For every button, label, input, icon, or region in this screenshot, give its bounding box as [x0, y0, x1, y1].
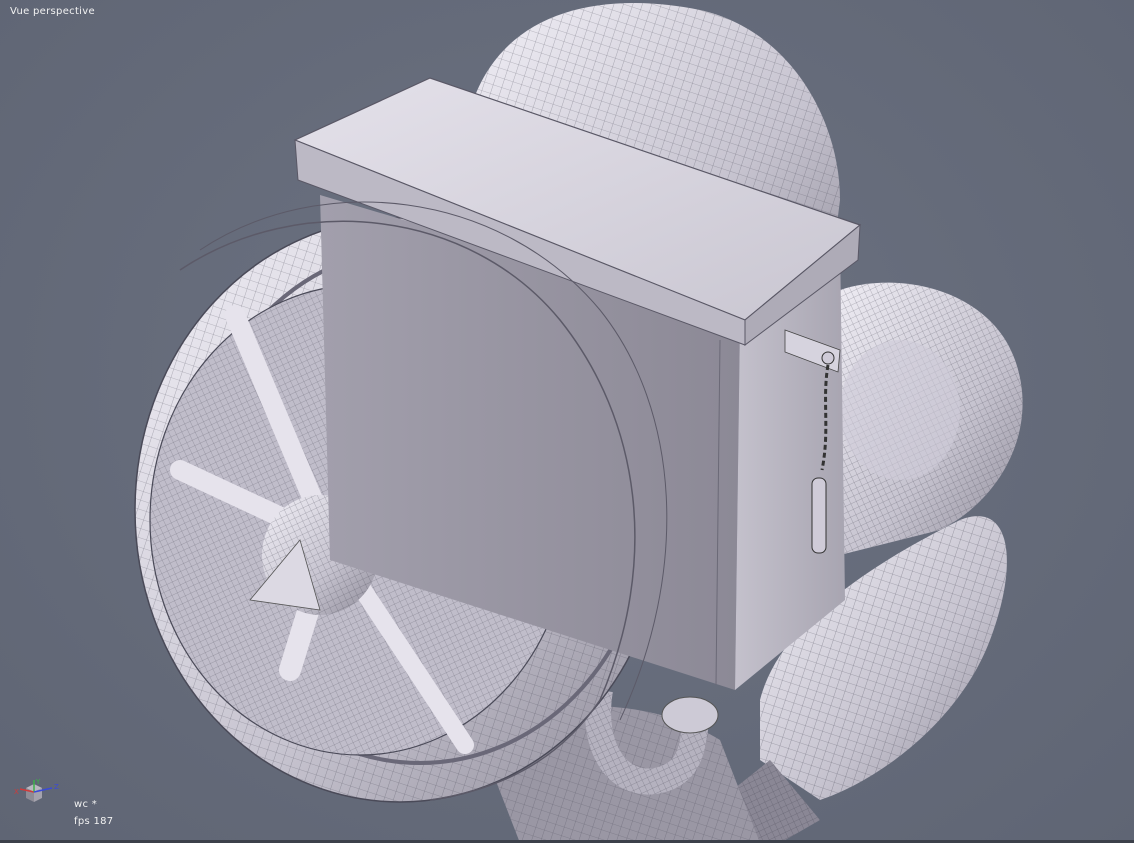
right-bowl — [820, 282, 1023, 560]
fps-counter: fps 187 — [74, 816, 114, 827]
workspace-label: wc * — [74, 799, 98, 810]
z-axis-label: Z — [54, 783, 59, 791]
x-axis-label: X — [14, 788, 19, 796]
status-overlay: wc * fps 187 — [74, 796, 113, 830]
model-render — [134, 3, 1023, 843]
y-axis-label: Y — [35, 778, 41, 786]
view-label: Vue perspective — [10, 6, 95, 17]
3d-viewport[interactable]: Vue perspective X Y Z wc * fps 187 — [0, 0, 1134, 843]
axis-gizmo[interactable]: X Y Z — [14, 778, 70, 808]
